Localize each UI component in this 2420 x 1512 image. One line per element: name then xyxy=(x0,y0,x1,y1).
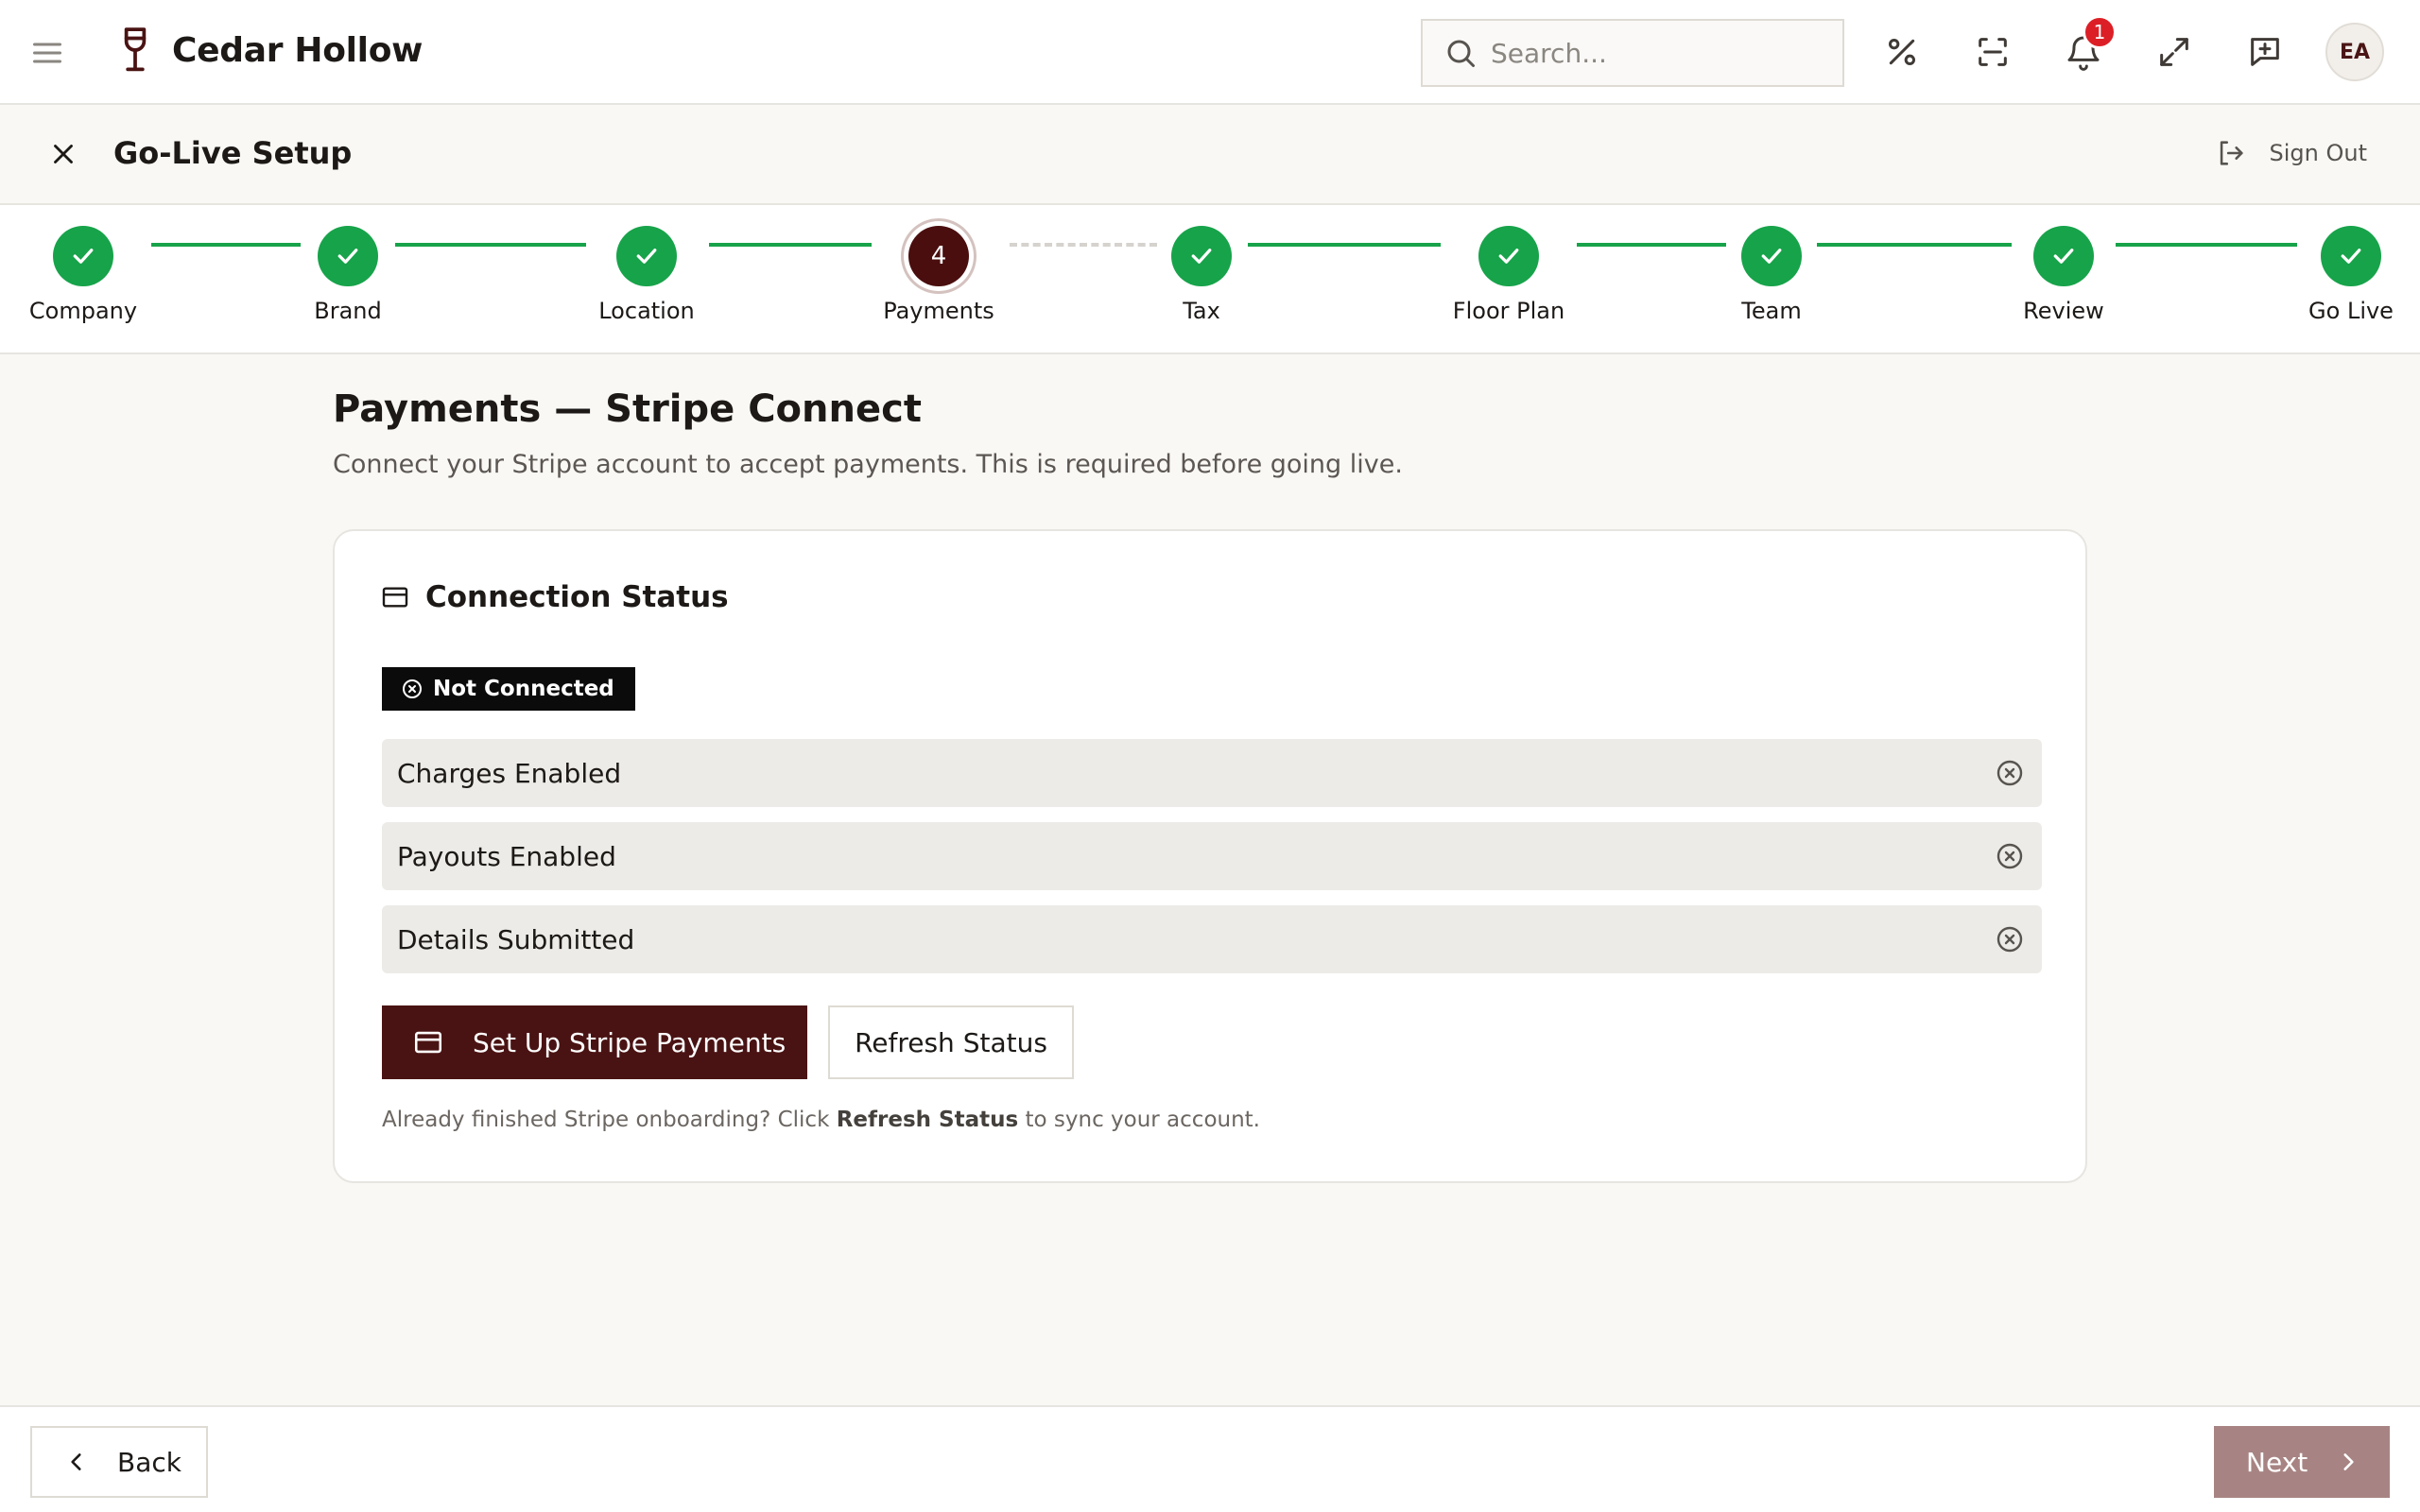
expand-icon[interactable] xyxy=(2155,33,2193,71)
step-complete-check xyxy=(318,226,378,286)
message-plus-icon[interactable] xyxy=(2246,33,2284,71)
status-badge-label: Not Connected xyxy=(433,677,614,701)
step-go-live[interactable]: Go Live xyxy=(2256,226,2420,324)
step-complete-check xyxy=(2033,226,2094,286)
set-up-stripe-label: Set Up Stripe Payments xyxy=(473,1026,786,1058)
percent-icon[interactable] xyxy=(1883,33,1921,71)
search-icon xyxy=(1443,36,1478,70)
refresh-status-button[interactable]: Refresh Status xyxy=(828,1005,1074,1079)
user-avatar[interactable]: EA xyxy=(2325,23,2384,81)
credit-card-icon xyxy=(412,1026,444,1058)
step-team[interactable]: Team xyxy=(1677,226,1866,324)
x-circle-icon xyxy=(1995,841,2025,871)
setup-title: Go-Live Setup xyxy=(113,135,353,171)
step-floor-plan[interactable]: Floor Plan xyxy=(1414,226,1603,324)
step-label: Location xyxy=(598,298,695,324)
step-connector xyxy=(395,243,586,247)
step-brand[interactable]: Brand xyxy=(253,226,442,324)
wizard-footer: Back Next xyxy=(0,1405,2420,1512)
scan-icon[interactable] xyxy=(1974,33,2012,71)
hamburger-menu-icon[interactable] xyxy=(30,36,64,70)
app-name: Cedar Hollow xyxy=(172,30,424,70)
search-input[interactable] xyxy=(1491,37,1831,69)
step-number: 4 xyxy=(908,226,969,286)
step-label: Floor Plan xyxy=(1452,298,1565,324)
step-label: Team xyxy=(1741,298,1802,324)
step-connector xyxy=(1817,243,2012,247)
step-tax[interactable]: Tax xyxy=(1107,226,1296,324)
step-label: Review xyxy=(2023,298,2104,324)
chevron-right-icon xyxy=(2336,1450,2360,1474)
notification-badge: 1 xyxy=(2083,15,2117,49)
next-button[interactable]: Next xyxy=(2214,1426,2390,1498)
back-label: Back xyxy=(117,1446,182,1478)
setup-header: Go-Live Setup Sign Out xyxy=(0,105,2420,205)
status-row-details: Details Submitted xyxy=(382,905,2042,973)
step-complete-check xyxy=(616,226,677,286)
step-complete-check xyxy=(1478,226,1539,286)
step-connector xyxy=(151,243,301,247)
connection-status-card: Connection Status Not Connected Charges … xyxy=(333,529,2087,1183)
next-label: Next xyxy=(2246,1446,2308,1478)
onboarding-hint: Already finished Stripe onboarding? Clic… xyxy=(382,1108,1260,1132)
status-row-label: Details Submitted xyxy=(397,923,635,955)
step-connector xyxy=(709,243,872,247)
x-circle-icon xyxy=(401,678,424,700)
step-connector-pending xyxy=(1010,243,1157,247)
step-review[interactable]: Review xyxy=(1969,226,2158,324)
top-bar: Cedar Hollow 1 EA xyxy=(0,0,2420,105)
sign-out-icon xyxy=(2215,137,2247,169)
sign-out-label: Sign Out xyxy=(2269,140,2368,166)
hint-text: Already finished Stripe onboarding? Clic… xyxy=(382,1108,837,1132)
wine-glass-icon xyxy=(117,26,153,74)
step-company[interactable]: Company xyxy=(0,226,178,324)
credit-card-icon xyxy=(380,582,410,612)
status-row-charges: Charges Enabled xyxy=(382,739,2042,807)
status-row-payouts: Payouts Enabled xyxy=(382,822,2042,890)
set-up-stripe-button[interactable]: Set Up Stripe Payments xyxy=(382,1005,807,1079)
card-header: Connection Status xyxy=(380,580,729,614)
card-title: Connection Status xyxy=(425,580,729,614)
connection-status-badge: Not Connected xyxy=(382,667,635,711)
hint-text: to sync your account. xyxy=(1018,1108,1260,1132)
chevron-left-icon xyxy=(64,1450,89,1474)
status-row-label: Charges Enabled xyxy=(397,757,622,789)
page-subtitle: Connect your Stripe account to accept pa… xyxy=(333,450,1403,479)
step-label: Company xyxy=(28,298,138,324)
step-complete-check xyxy=(1741,226,1802,286)
step-payments[interactable]: 4 Payments xyxy=(844,226,1033,324)
x-circle-icon xyxy=(1995,758,2025,788)
step-connector xyxy=(2116,243,2297,247)
step-location[interactable]: Location xyxy=(552,226,741,324)
step-complete-check xyxy=(2321,226,2381,286)
step-connector xyxy=(1248,243,1441,247)
step-label: Tax xyxy=(1183,298,1220,324)
hint-emphasis: Refresh Status xyxy=(836,1108,1019,1132)
step-label: Brand xyxy=(314,298,382,324)
step-label: Payments xyxy=(883,298,994,324)
brand[interactable]: Cedar Hollow xyxy=(117,26,423,74)
step-complete-check xyxy=(1171,226,1232,286)
step-label: Go Live xyxy=(2308,298,2394,324)
back-button[interactable]: Back xyxy=(30,1426,208,1498)
setup-stepper: Company Brand Location 4 Payments Tax Fl… xyxy=(0,205,2420,354)
x-circle-icon xyxy=(1995,924,2025,954)
close-icon[interactable] xyxy=(47,138,79,170)
page-title: Payments — Stripe Connect xyxy=(333,387,922,431)
step-complete-check xyxy=(53,226,113,286)
step-connector xyxy=(1577,243,1726,247)
sign-out-button[interactable]: Sign Out xyxy=(2215,137,2368,169)
status-row-label: Payouts Enabled xyxy=(397,840,616,872)
search-box[interactable] xyxy=(1421,19,1844,87)
